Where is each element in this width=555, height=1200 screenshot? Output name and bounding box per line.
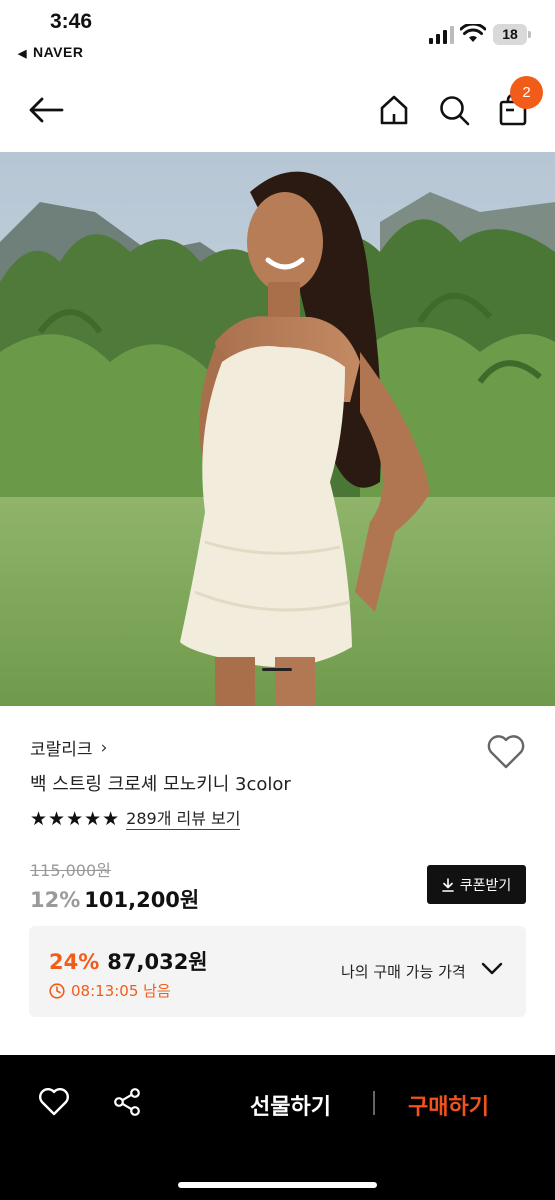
gift-button[interactable]: 선물하기 xyxy=(250,1089,331,1121)
search-icon xyxy=(440,96,470,126)
reviews-link[interactable]: 289개 리뷰 보기 xyxy=(126,809,241,830)
brand-name: 코랄리크 xyxy=(30,740,93,760)
like-heart-icon[interactable] xyxy=(38,1087,70,1117)
product-photo-illustration xyxy=(0,152,555,706)
back-arrow-icon xyxy=(29,97,64,123)
home-icon xyxy=(380,95,408,125)
original-price: 115,000원 xyxy=(30,861,111,880)
my-discount-percent: 24% xyxy=(49,950,100,974)
download-icon xyxy=(441,877,454,892)
rating-row: ★★★★★ 289개 리뷰 보기 xyxy=(30,808,241,830)
share-icon[interactable] xyxy=(112,1087,142,1117)
cellular-signal-icon xyxy=(429,26,454,44)
star-rating: ★★★★★ xyxy=(30,808,121,830)
image-page-indicator xyxy=(262,668,292,671)
brand-link[interactable]: 코랄리크 › xyxy=(30,735,108,761)
clock-icon xyxy=(49,982,65,999)
home-indicator xyxy=(178,1182,377,1188)
wifi-icon xyxy=(460,24,486,42)
bottom-action-bar: 선물하기 구매하기 xyxy=(0,1055,555,1200)
back-button[interactable] xyxy=(26,90,66,130)
countdown-timer: 08:13:05 남음 xyxy=(49,980,171,1001)
battery-indicator: 18 xyxy=(493,24,527,45)
chevron-right-icon: › xyxy=(100,737,108,758)
my-price: 87,032원 xyxy=(107,950,208,974)
buy-button[interactable]: 구매하기 xyxy=(408,1089,489,1121)
top-nav: 2 xyxy=(0,70,555,152)
my-price-row: 24% 87,032원 xyxy=(49,946,208,976)
coupon-button-label: 쿠폰받기 xyxy=(459,877,512,894)
sale-price: 101,200원 xyxy=(84,888,200,912)
my-price-label: 나의 구매 가능 가격 xyxy=(341,963,466,981)
battery-nub xyxy=(528,31,531,38)
back-app-label: NAVER xyxy=(32,44,84,60)
status-time: 3:46 xyxy=(50,10,93,33)
wishlist-heart-icon[interactable] xyxy=(486,734,526,770)
home-button[interactable] xyxy=(374,90,414,130)
coupon-download-button[interactable]: 쿠폰받기 xyxy=(427,865,526,904)
chevron-down-icon[interactable] xyxy=(481,962,503,976)
back-triangle-icon: ◀ xyxy=(18,48,27,60)
status-bar: 3:46 ◀ NAVER 18 xyxy=(0,0,555,70)
product-title: 백 스트링 크로셰 모노키니 3color xyxy=(30,774,291,795)
my-price-panel[interactable]: 24% 87,032원 08:13:05 남음 나의 구매 가능 가격 xyxy=(29,926,526,1017)
back-to-app-link[interactable]: ◀ NAVER xyxy=(18,44,83,60)
product-image[interactable] xyxy=(0,152,555,706)
search-button[interactable] xyxy=(434,90,474,130)
button-divider xyxy=(373,1091,375,1115)
cart-count-badge: 2 xyxy=(510,76,543,109)
sale-price-row: 12% 101,200원 xyxy=(30,884,199,914)
timer-text: 08:13:05 남음 xyxy=(71,982,171,1000)
discount-percent: 12% xyxy=(30,888,81,912)
